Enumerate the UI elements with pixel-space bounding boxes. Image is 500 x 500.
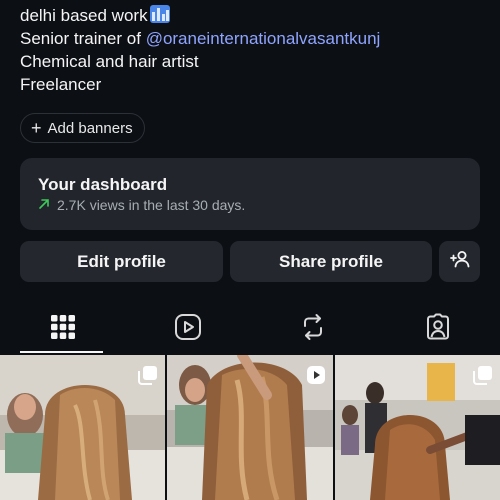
- add-person-button[interactable]: [439, 241, 480, 282]
- profile-tabs: [0, 305, 500, 353]
- share-profile-button[interactable]: Share profile: [230, 241, 432, 282]
- tab-reels[interactable]: [125, 305, 250, 353]
- multi-post-icon: [138, 365, 158, 390]
- reels-icon: [174, 313, 202, 346]
- post-thumbnail[interactable]: [335, 355, 500, 500]
- tab-grid[interactable]: [0, 305, 125, 353]
- dashboard-subtitle: 2.7K views in the last 30 days.: [57, 197, 246, 213]
- dashboard-title: Your dashboard: [38, 175, 168, 194]
- tagged-person-icon: [424, 313, 452, 346]
- add-banners-label: Add banners: [47, 119, 133, 137]
- post-thumbnail[interactable]: [0, 355, 165, 500]
- plus-icon: +: [31, 118, 42, 138]
- bio-line-3: Chemical and hair artist: [20, 52, 199, 71]
- post-thumbnail[interactable]: [167, 355, 333, 500]
- grid-icon: [50, 314, 75, 344]
- repost-icon: [300, 313, 326, 346]
- multi-post-icon: [473, 365, 493, 390]
- reel-icon: [306, 365, 326, 390]
- tab-reposts[interactable]: [250, 305, 375, 353]
- cityscape-emoji-icon: [149, 5, 170, 23]
- profile-bio: delhi based work Senior trainer of @oran…: [20, 4, 490, 96]
- dashboard-subtitle-row: 2.7K views in the last 30 days.: [38, 197, 462, 213]
- add-person-icon: [449, 250, 470, 273]
- add-banners-button[interactable]: + Add banners: [20, 113, 145, 143]
- bio-line-2: Senior trainer of @oraneinternationalvas…: [20, 29, 381, 48]
- trend-up-arrow-icon: [38, 197, 50, 213]
- bio-line-1: delhi based work: [20, 4, 490, 27]
- dashboard-card[interactable]: Your dashboard 2.7K views in the last 30…: [20, 158, 480, 230]
- tab-tagged[interactable]: [375, 305, 500, 353]
- posts-grid: [0, 355, 500, 500]
- active-tab-indicator: [20, 351, 103, 353]
- bio-line-4: Freelancer: [20, 75, 102, 94]
- mention-link[interactable]: @oraneinternationalvasantkunj: [146, 29, 381, 48]
- edit-profile-button[interactable]: Edit profile: [20, 241, 223, 282]
